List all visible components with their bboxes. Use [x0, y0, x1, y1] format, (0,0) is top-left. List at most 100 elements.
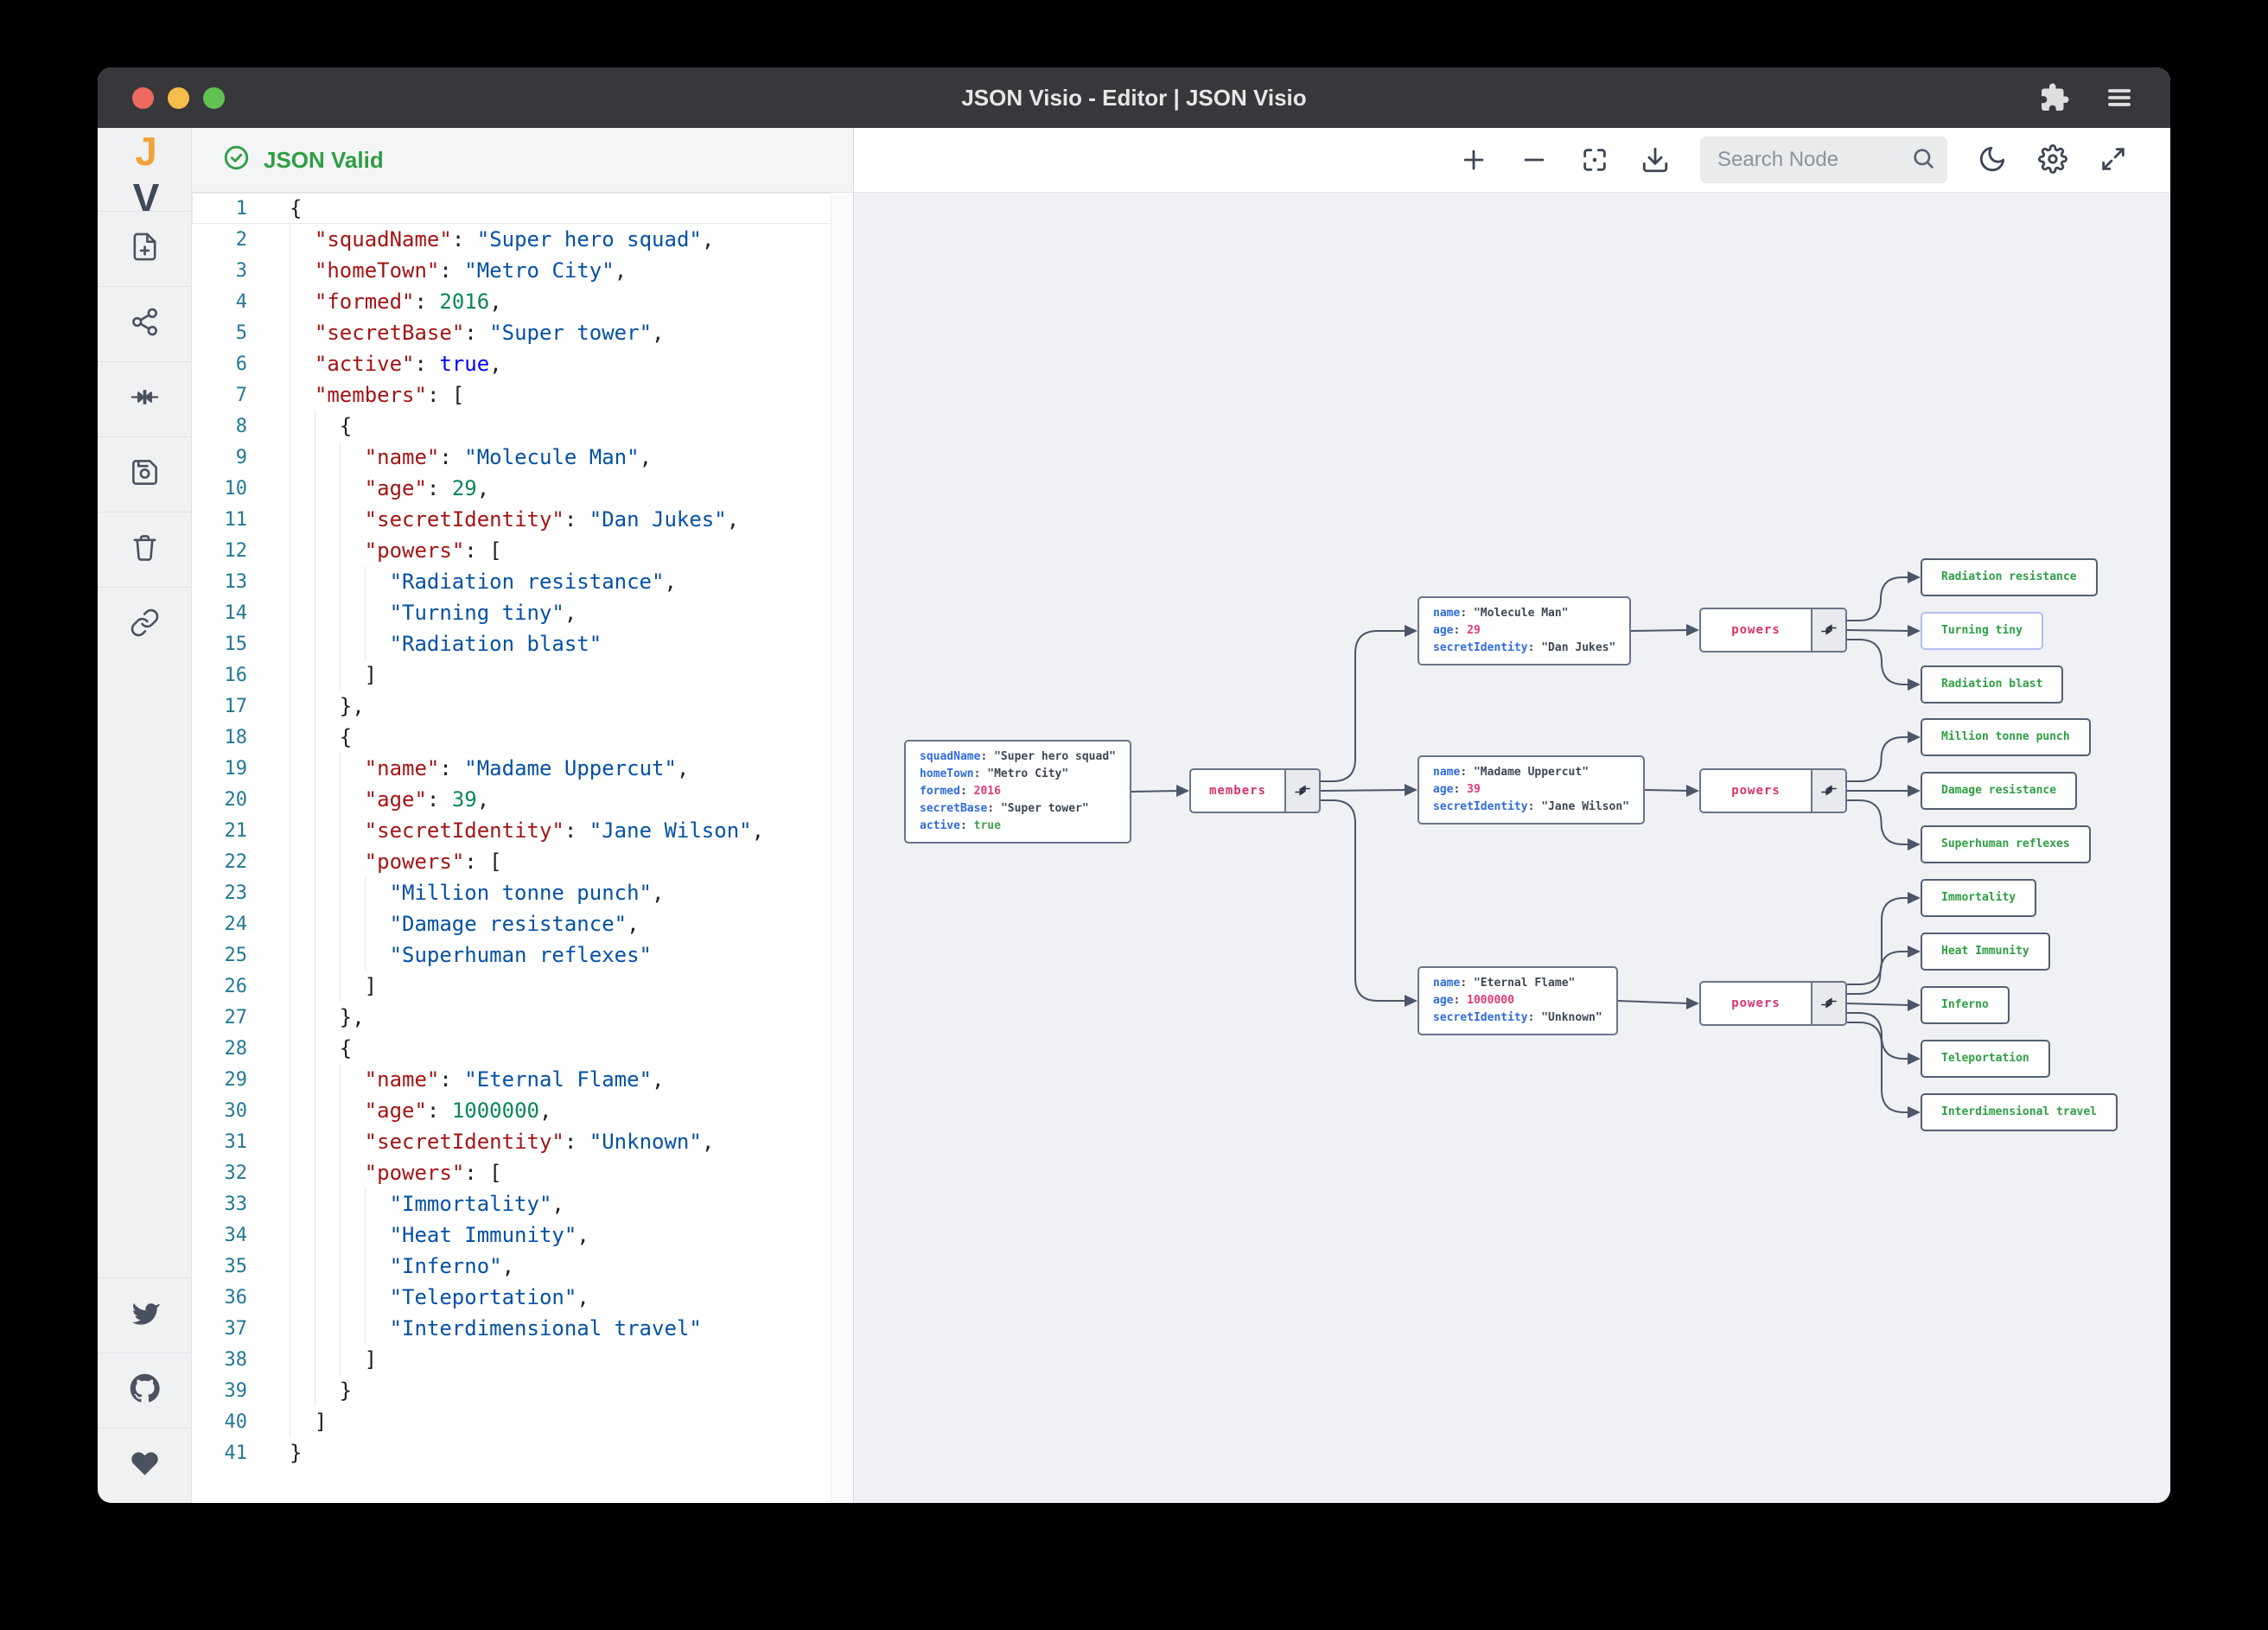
editor-line-30[interactable]: 30 "age": 1000000, — [192, 1095, 853, 1126]
graph-node-l1b[interactable]: Turning tiny — [1921, 612, 2043, 650]
editor-line-13[interactable]: 13 "Radiation resistance", — [192, 566, 853, 597]
zoom-in-button[interactable] — [1458, 144, 1489, 175]
sidebar-item-share-graph[interactable] — [98, 286, 191, 361]
editor-line-16[interactable]: 16] — [192, 659, 853, 691]
editor-line-17[interactable]: 17}, — [192, 691, 853, 722]
graph-node-m3[interactable]: name: "Eternal Flame" age: 1000000 secretI… — [1418, 966, 1618, 1035]
graph-node-l3b[interactable]: Heat Immunity — [1921, 933, 2050, 971]
sidebar-item-twitter[interactable] — [98, 1277, 191, 1353]
editor-line-7[interactable]: 7 "members": [ — [192, 379, 853, 411]
editor-line-11[interactable]: 11 "secretIdentity": "Dan Jukes", — [192, 504, 853, 535]
graph-node-p1[interactable]: powers — [1699, 608, 1847, 653]
editor-line-39[interactable]: 39} — [192, 1375, 853, 1406]
editor-line-23[interactable]: 23 "Million tonne punch", — [192, 877, 853, 908]
line-number: 27 — [224, 1006, 248, 1028]
center-focus-button[interactable] — [1579, 144, 1610, 175]
save-icon — [130, 457, 160, 492]
collapse-node-icon[interactable] — [1811, 770, 1845, 812]
line-number: 2 — [235, 228, 247, 251]
graph-node-p3[interactable]: powers — [1699, 981, 1847, 1026]
collapse-node-icon[interactable] — [1811, 983, 1845, 1024]
editor-line-21[interactable]: 21 "secretIdentity": "Jane Wilson", — [192, 815, 853, 846]
graph-node-members[interactable]: members — [1189, 768, 1321, 813]
sidebar-item-sponsor[interactable] — [98, 1428, 191, 1503]
editor-line-41[interactable]: 41} — [192, 1437, 853, 1468]
editor-line-33[interactable]: 33 "Immortality", — [192, 1188, 853, 1219]
code-text: ] — [290, 659, 377, 691]
zoom-out-button[interactable] — [1519, 144, 1550, 175]
editor-line-15[interactable]: 15 "Radiation blast" — [192, 628, 853, 659]
sidebar-item-share-link[interactable] — [98, 587, 191, 662]
editor-line-27[interactable]: 27}, — [192, 1002, 853, 1033]
graph-node-l3c[interactable]: Inferno — [1921, 986, 2010, 1024]
sidebar-item-delete[interactable] — [98, 512, 191, 587]
app-logo[interactable]: JV — [98, 128, 191, 220]
editor-line-3[interactable]: 3 "homeTown": "Metro City", — [192, 255, 853, 286]
editor-line-20[interactable]: 20 "age": 39, — [192, 784, 853, 815]
editor-line-5[interactable]: 5 "secretBase": "Super tower", — [192, 317, 853, 348]
editor-line-25[interactable]: 25 "Superhuman reflexes" — [192, 939, 853, 971]
editor-line-34[interactable]: 34 "Heat Immunity", — [192, 1219, 853, 1251]
code-text: "name": "Eternal Flame", — [290, 1064, 664, 1095]
editor-line-12[interactable]: 12 "powers": [ — [192, 535, 853, 566]
graph-node-l1a[interactable]: Radiation resistance — [1921, 558, 2098, 596]
collapse-node-icon[interactable] — [1811, 609, 1845, 651]
graph-node-l3d[interactable]: Teleportation — [1921, 1040, 2050, 1078]
fullscreen-button[interactable] — [2098, 144, 2129, 175]
editor-line-31[interactable]: 31 "secretIdentity": "Unknown", — [192, 1126, 853, 1157]
editor-line-4[interactable]: 4 "formed": 2016, — [192, 286, 853, 317]
sidebar-item-center-view[interactable] — [98, 361, 191, 436]
graph-node-m1[interactable]: name: "Molecule Man" age: 29 secretIdentit… — [1418, 596, 1632, 665]
dark-mode-button[interactable] — [1977, 144, 2008, 175]
editor-scrollbar[interactable] — [831, 193, 853, 1503]
graph-node-l3a[interactable]: Immortality — [1921, 879, 2037, 917]
editor-line-28[interactable]: 28 { — [192, 1033, 853, 1064]
editor-line-32[interactable]: 32 "powers": [ — [192, 1157, 853, 1188]
editor-line-19[interactable]: 19 "name": "Madame Uppercut", — [192, 753, 853, 784]
editor-line-10[interactable]: 10 "age": 29, — [192, 473, 853, 504]
graph-node-l2c[interactable]: Superhuman reflexes — [1921, 825, 2091, 863]
settings-button[interactable] — [2037, 144, 2068, 175]
search-node-input[interactable] — [1716, 147, 1904, 173]
sidebar-item-github[interactable] — [98, 1353, 191, 1428]
editor-line-37[interactable]: 37 "Interdimensional travel" — [192, 1313, 853, 1344]
collapse-node-icon[interactable] — [1284, 770, 1319, 812]
graph-toolbar — [854, 128, 2170, 193]
code-text: "Turning tiny", — [290, 597, 577, 628]
editor-line-9[interactable]: 9 "name": "Molecule Man", — [192, 442, 853, 473]
search-icon[interactable] — [1911, 146, 1935, 175]
editor-line-2[interactable]: 2 "squadName": "Super hero squad", — [192, 224, 853, 255]
editor-line-35[interactable]: 35 "Inferno", — [192, 1251, 853, 1282]
editor-line-14[interactable]: 14 "Turning tiny", — [192, 597, 853, 628]
editor-line-8[interactable]: 8{ — [192, 411, 853, 442]
editor-line-18[interactable]: 18 { — [192, 722, 853, 753]
line-number: 18 — [224, 726, 248, 748]
graph-node-p2[interactable]: powers — [1699, 768, 1847, 813]
code-text: "Radiation resistance", — [290, 566, 677, 597]
graph-canvas[interactable]: squadName: "Super hero squad" homeTown: "… — [854, 193, 2170, 1503]
editor-line-1[interactable]: 1{ — [192, 193, 853, 224]
sidebar-item-new-document[interactable] — [98, 211, 191, 286]
editor-line-26[interactable]: 26] — [192, 971, 853, 1002]
graph-node-m2[interactable]: name: "Madame Uppercut" age: 39 secretIden… — [1418, 755, 1645, 825]
line-number: 15 — [224, 633, 248, 655]
graph-node-l3e[interactable]: Interdimensional travel — [1921, 1093, 2118, 1131]
editor-line-40[interactable]: 40] — [192, 1406, 853, 1437]
editor-line-22[interactable]: 22 "powers": [ — [192, 846, 853, 877]
graph-node-l1c[interactable]: Radiation blast — [1921, 665, 2064, 704]
sidebar-item-save[interactable] — [98, 436, 191, 512]
extensions-puzzle-icon[interactable] — [2039, 82, 2070, 118]
editor-line-36[interactable]: 36 "Teleportation", — [192, 1282, 853, 1313]
graph-node-root[interactable]: squadName: "Super hero squad" homeTown: "… — [904, 740, 1131, 844]
code-text: "Interdimensional travel" — [290, 1313, 702, 1344]
code-text: "powers": [ — [290, 846, 502, 877]
editor-line-6[interactable]: 6 "active": true, — [192, 348, 853, 379]
editor-line-24[interactable]: 24 "Damage resistance", — [192, 908, 853, 939]
json-editor[interactable]: 1{2 "squadName": "Super hero squad", 3 "hom… — [192, 193, 853, 1503]
graph-node-l2a[interactable]: Million tonne punch — [1921, 718, 2091, 756]
download-image-button[interactable] — [1640, 144, 1671, 175]
editor-line-38[interactable]: 38] — [192, 1344, 853, 1375]
browser-menu-icon[interactable] — [2103, 81, 2136, 118]
graph-node-l2b[interactable]: Damage resistance — [1921, 772, 2078, 810]
editor-line-29[interactable]: 29 "name": "Eternal Flame", — [192, 1064, 853, 1095]
